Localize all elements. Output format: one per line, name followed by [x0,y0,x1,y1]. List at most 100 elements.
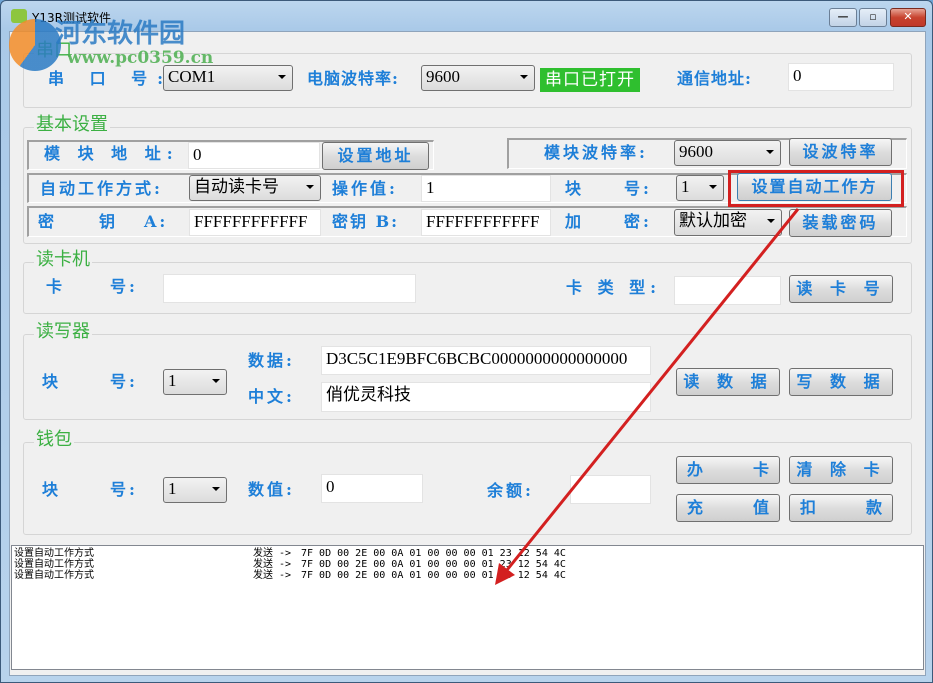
key-a-label-suffix: A: [144,212,169,231]
status-badge: 串口已打开 [540,68,640,92]
log-direction: 发送 -> [253,548,292,559]
log-action: 设置自动工作方式 [14,548,94,559]
recharge-label-1: 充 [687,498,704,517]
close-button[interactable]: ✕ [890,8,926,27]
chevron-down-icon [709,185,717,189]
encrypt-label-suffix: 密: [624,212,652,231]
log-row: 设置自动工作方式 发送 -> 7F 0D 00 2E 00 0A 01 00 0… [12,570,923,581]
read-data-button[interactable]: 读 数 据 [676,368,780,396]
minimize-icon: — [837,10,849,23]
auto-mode-value: 自动读卡号 [194,177,279,196]
set-address-button[interactable]: 设置地址 [322,142,429,170]
rw-group-title: 读写器 [34,321,92,343]
deduct-label-1: 扣 [800,498,817,517]
pc-baud-label: 电脑波特率: [307,69,399,88]
issue-card-label-2: 卡 [752,460,769,479]
log-action: 设置自动工作方式 [14,570,94,581]
chevron-down-icon [767,219,775,223]
balance-input[interactable] [570,475,651,504]
chevron-down-icon [212,379,220,383]
log-bytes: 7F 0D 00 2E 00 0A 01 00 00 00 01 23 12 5… [301,559,566,570]
pc-baud-value: 9600 [426,67,460,86]
log-direction: 发送 -> [253,570,292,581]
reader-group-title: 读卡机 [34,249,92,271]
recharge-label-2: 值 [752,498,769,517]
data-label: 数据: [248,351,295,370]
issue-card-button[interactable]: 办卡 [676,456,780,484]
deduct-label-2: 款 [865,498,882,517]
auto-mode-select[interactable]: 自动读卡号 [189,175,321,201]
minimize-button[interactable]: — [829,8,857,27]
amount-label: 数值: [248,480,295,499]
card-no-label: 卡 [46,277,66,296]
port-value: COM1 [168,67,216,86]
port-label: 串 口 号: [48,69,174,88]
block-select[interactable]: 1 [676,175,724,201]
rw-block-select[interactable]: 1 [163,369,227,395]
load-key-button[interactable]: 装载密码 [789,209,892,237]
issue-card-label-1: 办 [687,460,704,479]
comm-addr-input[interactable]: 0 [788,63,894,91]
read-card-button[interactable]: 读 卡 号 [789,275,893,303]
maximize-button[interactable]: ▫ [859,8,887,27]
card-no-input[interactable] [163,274,416,303]
block-label: 块 [565,179,585,198]
set-auto-mode-button[interactable]: 设置自动工作方 [737,173,892,201]
recharge-button[interactable]: 充值 [676,494,780,522]
basic-group-title: 基本设置 [34,114,110,136]
chinese-input[interactable]: 俏优灵科技 [321,382,651,412]
chinese-label: 中文: [248,387,295,406]
wallet-block-label-suffix: 号: [110,480,138,499]
log-bytes: 7F 0D 00 2E 00 0A 01 00 00 00 01 23 12 5… [301,570,566,581]
module-addr-input[interactable]: 0 [188,142,320,169]
log-row: 设置自动工作方式 发送 -> 7F 0D 00 2E 00 0A 01 00 0… [12,559,923,570]
chevron-down-icon [520,75,528,79]
title-bar[interactable]: Y13R测试软件 — ▫ ✕ [1,1,932,31]
module-addr-label: 模 块 地 址: [44,144,179,163]
wallet-block-value: 1 [168,479,177,498]
block-label-suffix: 号: [624,179,652,198]
op-value-input[interactable]: 1 [421,175,551,202]
wallet-block-select[interactable]: 1 [163,477,227,503]
chevron-down-icon [212,487,220,491]
app-icon [11,9,27,23]
log-action: 设置自动工作方式 [14,559,94,570]
serial-group-title: 串口 [34,40,74,62]
key-a-label-mid: 钥 [99,212,119,231]
app-window: Y13R测试软件 — ▫ ✕ 串口 串 口 号: COM1 电脑波特率: 960… [0,0,933,683]
rw-block-label-suffix: 号: [110,372,138,391]
key-a-label: 密 [38,212,58,231]
module-baud-label: 模块波特率: [544,143,648,162]
log-list[interactable]: 设置自动工作方式 发送 -> 7F 0D 00 2E 00 0A 01 00 0… [11,545,924,670]
pc-baud-select[interactable]: 9600 [421,65,535,91]
chevron-down-icon [278,75,286,79]
auto-mode-label: 自动工作方式: [40,179,163,198]
module-baud-select[interactable]: 9600 [674,140,781,166]
card-no-label-suffix: 号: [110,277,138,296]
wallet-group-title: 钱包 [34,429,74,451]
port-select[interactable]: COM1 [163,65,293,91]
log-bytes: 7F 0D 00 2E 00 0A 01 00 00 00 01 23 12 5… [301,548,566,559]
key-b-label: 密钥 B: [332,212,400,231]
write-data-button[interactable]: 写 数 据 [789,368,893,396]
encrypt-select[interactable]: 默认加密 [674,209,782,236]
comm-addr-label: 通信地址: [677,69,752,88]
deduct-button[interactable]: 扣款 [789,494,893,522]
op-value-label: 操作值: [332,179,398,198]
log-direction: 发送 -> [253,559,292,570]
block-value: 1 [681,177,690,196]
chevron-down-icon [766,150,774,154]
log-row: 设置自动工作方式 发送 -> 7F 0D 00 2E 00 0A 01 00 0… [12,548,923,559]
key-a-input[interactable]: FFFFFFFFFFFF [189,209,321,236]
card-type-input[interactable] [674,276,781,305]
key-b-input[interactable]: FFFFFFFFFFFF [421,209,551,236]
module-baud-value: 9600 [679,142,713,161]
wallet-block-label: 块 [42,480,62,499]
data-input[interactable]: D3C5C1E9BFC6BCBC0000000000000000 [321,346,651,375]
rw-block-value: 1 [168,371,177,390]
encrypt-label: 加 [565,212,585,231]
set-baud-button[interactable]: 设波特率 [789,138,892,166]
clear-card-button[interactable]: 清 除 卡 [789,456,893,484]
amount-input[interactable]: 0 [321,474,423,503]
card-type-label: 卡 类 型: [566,278,662,297]
